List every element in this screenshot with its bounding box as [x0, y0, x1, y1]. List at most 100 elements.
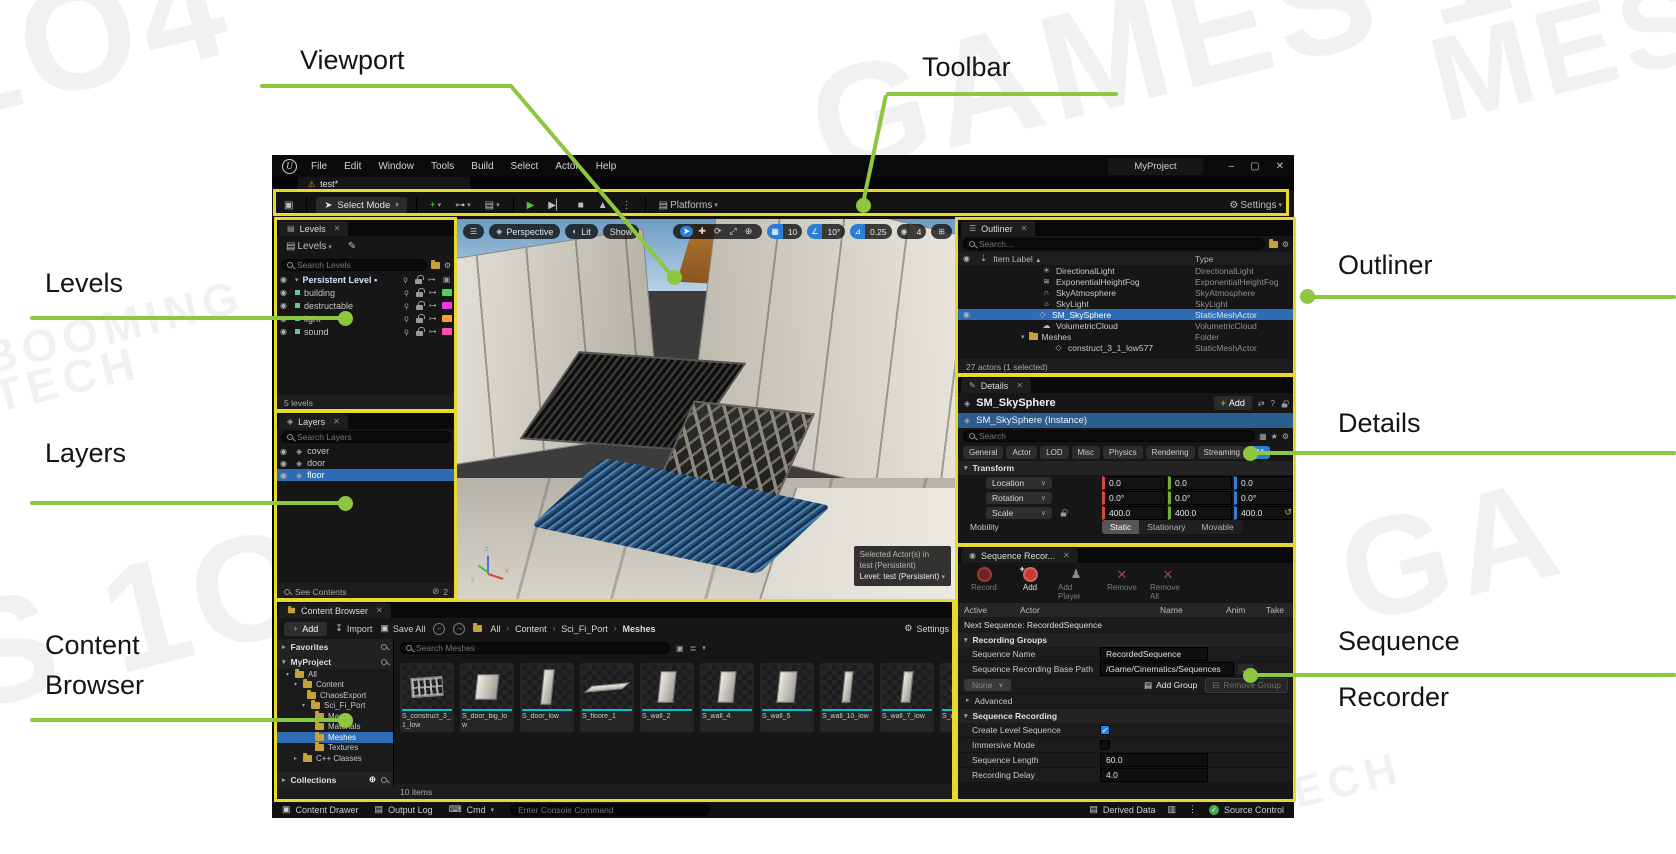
console-command-box[interactable]: [510, 803, 711, 816]
transform-section-header[interactable]: ▾ Transform: [958, 461, 1294, 475]
location-x-field[interactable]: 0.0: [1102, 475, 1166, 490]
recording-delay-field[interactable]: [1100, 768, 1208, 782]
search-icon[interactable]: [381, 776, 387, 783]
lighting-icon[interactable]: ϙ: [401, 327, 412, 336]
add-actor-dropdown[interactable]: + ▾: [426, 198, 445, 213]
lock-icon[interactable]: [416, 314, 425, 323]
lighting-icon[interactable]: ϙ: [401, 301, 412, 310]
gear-icon[interactable]: ⚙: [1282, 432, 1289, 441]
add-content-button[interactable]: + Add: [284, 621, 328, 636]
scale-tool[interactable]: ⤢: [727, 226, 740, 237]
layers-search-input[interactable]: [297, 432, 445, 442]
layer-row-door[interactable]: ◉ ◈ door: [276, 457, 456, 469]
tab-misc[interactable]: Misc: [1071, 446, 1101, 459]
add-button[interactable]: + Add: [1012, 564, 1048, 601]
sequence-name-field[interactable]: [1100, 647, 1208, 661]
camera-speed-control[interactable]: ◉ 4: [896, 224, 927, 239]
location-dropdown[interactable]: Location ∨: [986, 476, 1052, 489]
lock-icon[interactable]: [1281, 399, 1289, 407]
location-z-field[interactable]: 0.0: [1234, 475, 1294, 490]
expand-icon[interactable]: ▾: [1021, 333, 1025, 341]
tree-item-scifiport[interactable]: ▾ Sci_Fi_Port: [276, 700, 393, 712]
favorites-header[interactable]: ▸ Favorites: [276, 639, 393, 654]
stats-icon[interactable]: ▥: [1167, 804, 1176, 815]
asset-tile[interactable]: S_wall_4: [700, 663, 754, 732]
level-row-building[interactable]: ◉ building ϙ ⊶: [276, 286, 456, 299]
asset-search[interactable]: [400, 642, 670, 654]
asset-search-input[interactable]: [416, 643, 664, 653]
rotation-y-field[interactable]: 0.0°: [1168, 490, 1232, 505]
tree-item-textures[interactable]: Textures: [276, 742, 393, 754]
back-button[interactable]: ←: [433, 622, 446, 635]
mobility-static[interactable]: Static: [1102, 520, 1140, 534]
blueprint-icon[interactable]: ⊶: [427, 288, 438, 297]
tab-physics[interactable]: Physics: [1103, 446, 1143, 459]
save-icon[interactable]: ▣: [280, 198, 297, 213]
menu-select[interactable]: Select: [511, 161, 539, 172]
crumb-all[interactable]: All: [490, 624, 500, 634]
select-mode-dropdown[interactable]: ➤ Select Mode ▾: [316, 196, 407, 214]
select-tool[interactable]: ➤: [679, 226, 694, 237]
tab-layers[interactable]: ◈ Layers ✕: [279, 414, 348, 429]
level-color-chip[interactable]: [442, 302, 452, 309]
reset-to-default-icon[interactable]: ↺: [1284, 507, 1292, 518]
layer-row-cover[interactable]: ◉ ◈ cover: [276, 445, 456, 457]
gear-icon[interactable]: ⚙: [444, 261, 451, 270]
level-color-chip[interactable]: [442, 328, 452, 335]
remove-all-button[interactable]: ✕ Remove All: [1150, 567, 1186, 601]
edit-levels-icon[interactable]: ✎: [344, 239, 360, 254]
scale-x-field[interactable]: 400.0: [1102, 505, 1166, 520]
tree-item-materials[interactable]: Materials: [276, 721, 393, 733]
platforms-dropdown[interactable]: ▤ Platforms ▾: [655, 198, 722, 213]
sequence-length-field[interactable]: [1100, 753, 1208, 767]
collections-header[interactable]: ▸ Collections ⊕: [276, 772, 393, 787]
lock-icon[interactable]: [416, 327, 425, 336]
import-button[interactable]: ↧ Import: [335, 623, 372, 634]
perspective-dropdown[interactable]: ◈ Perspective: [489, 224, 561, 239]
tab-details[interactable]: ✎ Details ✕: [961, 378, 1031, 393]
level-row-persistent[interactable]: ◉ ▾ Persistent Level • ϙ ⊶ ▣: [276, 273, 456, 286]
output-log-button[interactable]: ▤ Output Log: [375, 804, 433, 815]
move-tool[interactable]: ✚: [695, 226, 709, 237]
derived-data-button[interactable]: ▤ Derived Data: [1089, 804, 1155, 815]
close-icon[interactable]: ✕: [1063, 551, 1070, 560]
maximize-viewport-button[interactable]: ⊞: [931, 224, 952, 239]
level-color-chip[interactable]: [442, 289, 452, 296]
rotation-x-field[interactable]: 0.0°: [1102, 490, 1166, 505]
immersive-mode-checkbox[interactable]: [1100, 740, 1110, 750]
menu-window[interactable]: Window: [378, 161, 414, 172]
eye-icon[interactable]: ◉: [280, 459, 291, 468]
level-color-chip[interactable]: [442, 315, 452, 322]
lighting-icon[interactable]: ϙ: [401, 288, 412, 297]
mobility-stationary[interactable]: Stationary: [1139, 520, 1193, 534]
play-button[interactable]: ▶: [523, 198, 539, 213]
outliner-search-input[interactable]: [979, 239, 1259, 249]
lighting-icon[interactable]: ϙ: [400, 275, 411, 284]
close-icon[interactable]: ✕: [334, 224, 341, 233]
skip-button[interactable]: ▶▏: [544, 198, 567, 213]
eye-icon[interactable]: ◉: [963, 310, 974, 319]
close-icon[interactable]: ✕: [1016, 381, 1023, 390]
minimize-button[interactable]: –: [1229, 161, 1235, 172]
outliner-row-folder[interactable]: ▾ Meshes Folder: [958, 331, 1294, 342]
filter-icon[interactable]: ≣: [690, 644, 697, 653]
lock-icon[interactable]: [416, 301, 425, 310]
save-level-icon[interactable]: ▣: [441, 275, 452, 284]
outliner-row[interactable]: ◇ construct_3_1_low577 StaticMeshActor: [958, 342, 1294, 353]
outliner-row[interactable]: ☼ SkyLight SkyLight: [958, 298, 1294, 309]
tab-streaming[interactable]: Streaming: [1197, 446, 1246, 459]
asset-tile[interactable]: S_door_big_low: [460, 663, 514, 732]
asset-tile[interactable]: S_door_low: [520, 663, 574, 732]
outliner-row[interactable]: ≋ ExponentialHeightFog ExponentialHeightF…: [958, 276, 1294, 287]
pin-column-icon[interactable]: ⇣: [980, 253, 987, 264]
recording-groups-header[interactable]: ▾ Recording Groups: [958, 633, 1294, 647]
console-command-input[interactable]: [518, 804, 703, 815]
search-icon[interactable]: [381, 658, 387, 665]
add-collection-icon[interactable]: ⊕: [369, 774, 376, 785]
eye-column-icon[interactable]: ◉: [963, 254, 974, 263]
sequence-recording-header[interactable]: ▾ Sequence Recording: [958, 709, 1294, 723]
lock-icon[interactable]: [416, 288, 425, 297]
gear-icon[interactable]: ⚙: [1282, 240, 1289, 249]
tree-item-cpp-classes[interactable]: ▸ C++ Classes: [276, 752, 393, 764]
asset-tile[interactable]: S_construct_3_1_low: [400, 663, 454, 732]
